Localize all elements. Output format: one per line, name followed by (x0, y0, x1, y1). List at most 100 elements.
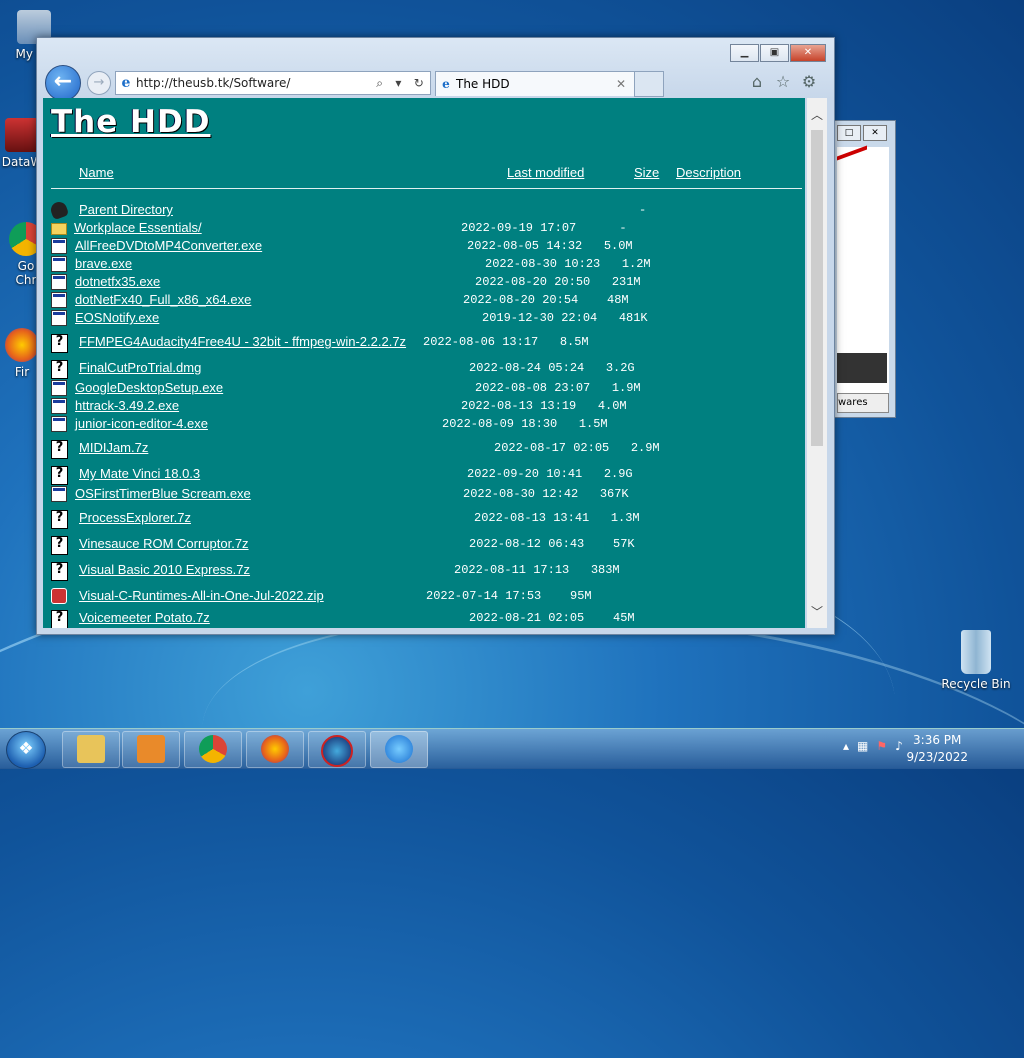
desktop-icon-label: Fir (14, 365, 30, 379)
minimize-button[interactable]: ▁ (730, 44, 759, 62)
window-caption-buttons: ▁ ▣ ✕ (729, 44, 826, 62)
file-link[interactable]: Voicemeeter Potato.7z (79, 610, 210, 625)
taskbar-app-feather[interactable] (308, 731, 366, 768)
favorites-star-icon[interactable]: ☆ (770, 72, 796, 91)
taskbar-firefox[interactable] (246, 731, 304, 768)
file-link[interactable]: Vinesauce ROM Corruptor.7z (79, 536, 249, 551)
scrollbar-thumb[interactable] (811, 130, 823, 446)
file-link[interactable]: httrack-3.49.2.exe (75, 398, 179, 413)
search-icon[interactable]: ⌕ (376, 76, 383, 91)
file-link[interactable]: Workplace Essentials/ (74, 220, 202, 235)
page-content[interactable]: The HDD Name Last modified Size Descript… (43, 98, 805, 628)
action-center-icon[interactable]: ⚑ (876, 739, 887, 753)
scroll-up-icon[interactable]: ︿ (807, 106, 827, 123)
network-icon[interactable]: ▦ (857, 739, 868, 753)
file-meta: 2022-08-20 20:54 48M (463, 293, 629, 307)
file-meta: 2022-08-30 12:42 367K (463, 487, 629, 501)
restore-button[interactable]: ▣ (760, 44, 789, 62)
file-meta: 2022-08-05 14:32 5.0M (467, 239, 633, 253)
file-link[interactable]: dotNetFx40_Full_x86_x64.exe (75, 292, 251, 307)
file-link[interactable]: FFMPEG4Audacity4Free4U - 32bit - ffmpeg-… (79, 334, 406, 349)
chrome-icon (199, 735, 227, 763)
list-item: OSFirstTimerBlue Scream.exe 2022-08-30 12… (51, 486, 791, 504)
forward-button[interactable]: → (87, 71, 111, 95)
back-icon (48, 199, 70, 221)
list-item: httrack-3.49.2.exe 2022-08-13 13:19 4.0M (51, 398, 791, 416)
unknown-file-icon: ? (51, 610, 68, 628)
browser-window[interactable]: ▁ ▣ ✕ ← → e http://theusb.tk/Software/ ⌕… (36, 37, 835, 635)
back-arrow-icon: ← (53, 69, 73, 94)
exe-file-icon (51, 486, 67, 502)
taskbar-file-explorer[interactable] (62, 731, 120, 768)
desktop-icon-recycle-bin[interactable]: Recycle Bin (938, 630, 1014, 691)
background-window[interactable]: □ ✕ wares (832, 120, 896, 418)
file-link[interactable]: EOSNotify.exe (75, 310, 159, 325)
list-item: AllFreeDVDtoMP4Converter.exe 2022-08-05 1… (51, 238, 791, 256)
media-player-icon (137, 735, 165, 763)
list-item: junior-icon-editor-4.exe 2022-08-09 18:30… (51, 416, 791, 434)
file-meta: 2022-08-13 13:41 1.3M (474, 511, 640, 525)
file-link[interactable]: dotnetfx35.exe (75, 274, 160, 289)
close-button[interactable]: ✕ (790, 44, 826, 62)
taskbar-chrome[interactable] (184, 731, 242, 768)
exe-file-icon (51, 292, 67, 308)
taskbar-media-player[interactable] (122, 731, 180, 768)
file-meta: 2022-09-19 17:07 - (461, 221, 627, 235)
file-meta: 2022-08-30 10:23 1.2M (485, 257, 651, 271)
file-link[interactable]: junior-icon-editor-4.exe (75, 416, 208, 431)
address-input[interactable]: http://theusb.tk/Software/ (136, 76, 370, 90)
file-link[interactable]: Parent Directory (79, 202, 173, 217)
vertical-scrollbar[interactable]: ︿ ﹀ (807, 98, 827, 628)
taskbar-internet-explorer[interactable] (370, 731, 428, 768)
column-header-description[interactable]: Description (676, 165, 741, 180)
windows-logo-icon: ❖ (18, 739, 34, 759)
exe-file-icon (51, 416, 67, 432)
exe-file-icon (51, 256, 67, 272)
internet-explorer-icon (385, 735, 413, 763)
file-meta: - (639, 203, 647, 217)
address-bar[interactable]: e http://theusb.tk/Software/ ⌕ ▾ ↻ (115, 71, 431, 95)
list-item: EOSNotify.exe 2019-12-30 22:04 481K (51, 310, 791, 328)
column-header-size[interactable]: Size (634, 165, 659, 180)
refresh-icon[interactable]: ↻ (414, 76, 424, 91)
file-link[interactable]: My Mate Vinci 18.0.3 (79, 466, 200, 481)
volume-icon[interactable]: ♪ (895, 739, 903, 753)
scroll-down-icon[interactable]: ﹀ (807, 603, 827, 620)
gear-icon[interactable]: ⚙ (796, 72, 822, 91)
column-header-name[interactable]: Name (79, 165, 114, 180)
desktop-icon-label: Go Chr (15, 259, 37, 287)
close-tab-icon[interactable]: ✕ (616, 77, 634, 91)
list-item: Workplace Essentials/2022-09-19 17:07 - (51, 220, 791, 238)
page-title: The HDD (51, 104, 211, 140)
file-meta: 2022-08-21 02:05 45M (469, 611, 635, 625)
home-icon[interactable]: ⌂ (744, 72, 770, 91)
divider (51, 188, 802, 189)
show-hidden-icons-icon[interactable]: ▴ (843, 739, 849, 753)
desktop-icon-label: Recycle Bin (941, 677, 1011, 691)
file-link[interactable]: MIDIJam.7z (79, 440, 148, 455)
file-link[interactable]: OSFirstTimerBlue Scream.exe (75, 486, 251, 501)
maximize-button[interactable]: □ (837, 125, 861, 141)
recycle-bin-icon (961, 630, 991, 674)
file-link[interactable]: Visual-C-Runtimes-All-in-One-Jul-2022.zi… (79, 588, 324, 603)
tab-the-hdd[interactable]: e The HDD ✕ (435, 71, 635, 96)
dropdown-icon[interactable]: ▾ (395, 76, 401, 91)
wares-button[interactable]: wares (837, 393, 889, 413)
clock[interactable]: 3:36 PM 9/23/2022 (906, 732, 968, 766)
list-item: ? ProcessExplorer.7z 2022-08-13 13:41 1.3M (51, 510, 791, 529)
file-link[interactable]: brave.exe (75, 256, 132, 271)
file-link[interactable]: GoogleDesktopSetup.exe (75, 380, 223, 395)
file-meta: 2022-08-06 13:17 8.5M (423, 335, 589, 349)
back-button[interactable]: ← (45, 65, 81, 101)
forward-arrow-icon: → (93, 75, 105, 90)
file-link[interactable]: AllFreeDVDtoMP4Converter.exe (75, 238, 262, 253)
start-button[interactable]: ❖ (6, 731, 46, 769)
file-meta: 2019-12-30 22:04 481K (482, 311, 648, 325)
column-header-modified[interactable]: Last modified (507, 165, 584, 180)
file-link[interactable]: ProcessExplorer.7z (79, 510, 191, 525)
close-button[interactable]: ✕ (863, 125, 887, 141)
file-link[interactable]: Visual Basic 2010 Express.7z (79, 562, 250, 577)
firefox-icon (5, 328, 39, 362)
file-link[interactable]: FinalCutProTrial.dmg (79, 360, 201, 375)
new-tab-button[interactable] (634, 71, 664, 97)
